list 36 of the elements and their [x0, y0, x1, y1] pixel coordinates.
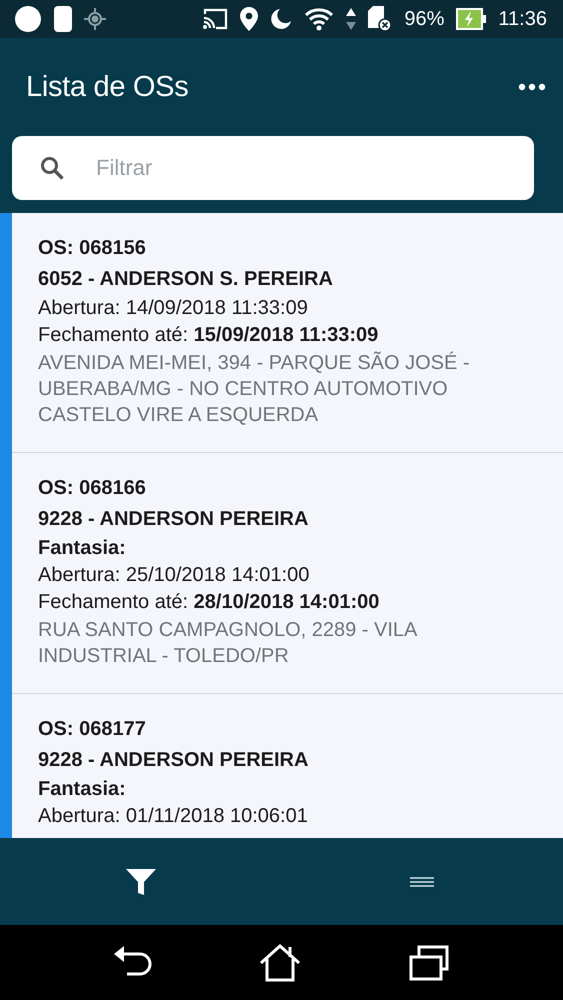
closing-date: Fechamento até: 28/10/2018 14:01:00 [38, 590, 380, 615]
gps-icon [84, 8, 106, 30]
wifi-icon [304, 7, 334, 31]
clock: 11:36 [498, 8, 547, 30]
sd-card-icon [368, 6, 392, 32]
screen-title: Lista de OSs [26, 70, 190, 104]
data-arrows-icon [346, 7, 356, 31]
opening-date: Abertura: 14/09/2018 11:33:09 [38, 296, 309, 321]
search-icon [40, 156, 64, 180]
opening-date: Abertura: 01/11/2018 10:06:01 [38, 804, 309, 829]
phone-icon [54, 5, 72, 33]
fantasia-label: Fantasia: [38, 536, 127, 561]
home-icon[interactable] [259, 944, 302, 982]
fantasia-label: Fantasia: [38, 777, 127, 802]
order-number: OS: 068166 [38, 476, 147, 501]
closing-date: Fechamento até: 15/09/2018 11:33:09 [38, 323, 380, 348]
address: AVENIDA MEI-MEI, 394 - PARQUE SÃO JOSÉ - UBERABA/MG - NO CENTRO AUTOMOTIVO CASTELO VIRE A ESQUERDA [38, 350, 471, 428]
cast-icon [202, 8, 228, 30]
client-name: 9228 - ANDERSON PEREIRA [38, 507, 310, 532]
opening-date: Abertura: 25/10/2018 14:01:00 [38, 563, 310, 588]
order-number: OS: 068177 [38, 717, 147, 742]
client-name: 9228 - ANDERSON PEREIRA [38, 748, 310, 773]
location-pin-icon [240, 7, 258, 31]
menu-icon [410, 876, 434, 886]
search-input[interactable]: Filtrar [94, 154, 534, 182]
address: RUA SANTO CAMPAGNOLO, 2289 - VILA INDUSTRIAL - TOLEDO/PR [38, 618, 418, 669]
client-name: 6052 - ANDERSON S. PEREIRA [38, 267, 334, 292]
battery-percent: 96% [404, 8, 444, 30]
more-icon [518, 83, 546, 91]
filter-icon [126, 868, 156, 894]
notification-dot-icon [14, 5, 42, 33]
order-number: OS: 068156 [38, 236, 147, 261]
battery-charging-icon [456, 8, 486, 30]
moon-icon [270, 8, 292, 30]
recent-apps-icon[interactable] [409, 944, 450, 980]
search-field[interactable]: Filtrar [12, 136, 534, 200]
